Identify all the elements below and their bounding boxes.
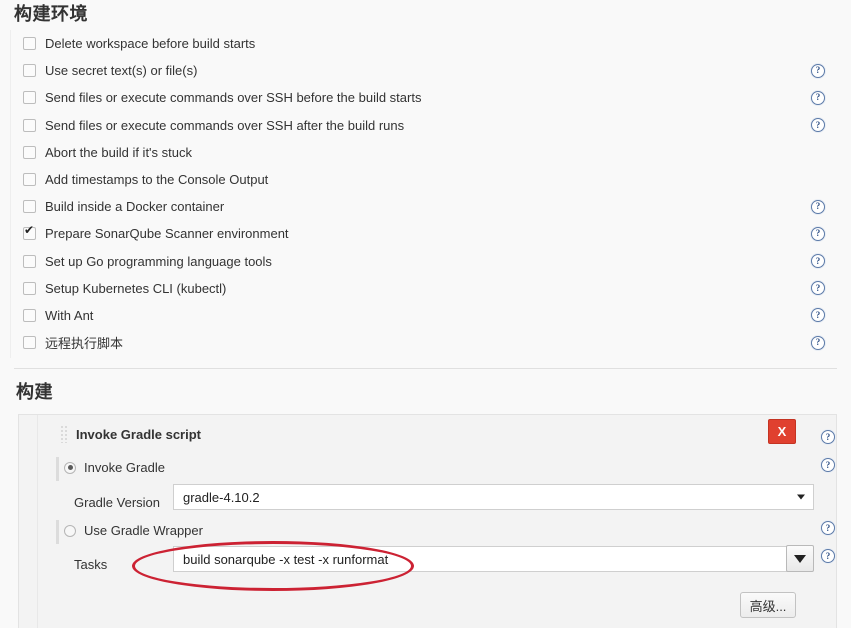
advanced-button[interactable]: 高级... bbox=[740, 592, 796, 618]
build-environment-option-row[interactable]: 远程执行脚本? bbox=[11, 329, 837, 356]
radio-row-invoke-gradle[interactable]: Invoke Gradle bbox=[56, 457, 165, 481]
build-environment-option-row[interactable]: Prepare SonarQube Scanner environment? bbox=[11, 220, 837, 247]
build-environment-option-row[interactable]: Setup Kubernetes CLI (kubectl)? bbox=[11, 275, 837, 302]
checkbox-build-env-option[interactable] bbox=[23, 64, 36, 78]
build-environment-option-label: Add timestamps to the Console Output bbox=[45, 172, 269, 188]
checkbox-build-env-option[interactable] bbox=[23, 281, 36, 295]
help-icon-build-env-option[interactable]: ? bbox=[811, 281, 825, 296]
checkbox-build-env-option[interactable] bbox=[23, 224, 36, 241]
build-environment-option-label: Build inside a Docker container bbox=[45, 199, 225, 215]
build-environment-option-label: Use secret text(s) or file(s) bbox=[45, 63, 198, 79]
drag-handle-icon[interactable] bbox=[60, 425, 68, 443]
section-divider bbox=[14, 368, 837, 369]
radio-label-invoke-gradle: Invoke Gradle bbox=[84, 460, 165, 475]
page-title-build: 构建 bbox=[16, 382, 53, 402]
radio-use-gradle-wrapper[interactable] bbox=[64, 524, 76, 537]
build-environment-option-row[interactable]: Send files or execute commands over SSH … bbox=[11, 84, 837, 111]
radio-label-use-gradle-wrapper: Use Gradle Wrapper bbox=[84, 523, 203, 538]
checkbox-build-env-option[interactable] bbox=[23, 173, 36, 187]
help-icon-build-env-option[interactable]: ? bbox=[811, 308, 825, 323]
radio-invoke-gradle[interactable] bbox=[64, 461, 76, 474]
build-environment-option-label: Prepare SonarQube Scanner environment bbox=[45, 226, 289, 242]
label-gradle-version: Gradle Version bbox=[74, 495, 160, 510]
triangle-down-icon bbox=[794, 554, 806, 563]
label-tasks: Tasks bbox=[74, 557, 108, 572]
build-environment-option-label: Set up Go programming language tools bbox=[45, 253, 272, 269]
build-environment-option-row[interactable]: Abort the build if it's stuck? bbox=[11, 139, 837, 166]
build-environment-option-row[interactable]: Set up Go programming language tools? bbox=[11, 248, 837, 275]
build-environment-option-row[interactable]: Send files or execute commands over SSH … bbox=[11, 112, 837, 139]
help-icon-build-env-option[interactable]: ? bbox=[811, 199, 825, 214]
checkbox-build-env-option[interactable] bbox=[23, 118, 36, 132]
build-environment-option-label: 远程执行脚本 bbox=[45, 336, 124, 352]
checkbox-build-env-option[interactable] bbox=[23, 37, 36, 51]
help-icon-build-step[interactable]: ? bbox=[821, 430, 835, 444]
build-environment-option-row[interactable]: Build inside a Docker container? bbox=[11, 193, 837, 220]
help-icon-build-env-option[interactable]: ? bbox=[811, 254, 825, 269]
build-step-inner: Invoke Gradle script Invoke Gradle Gradl… bbox=[37, 415, 836, 628]
help-icon-build-env-option[interactable]: ? bbox=[811, 118, 825, 133]
build-environment-option-label: Abort the build if it's stuck bbox=[45, 144, 192, 160]
checkbox-build-env-option[interactable] bbox=[23, 336, 36, 350]
select-gradle-version[interactable]: gradle-4.10.2 bbox=[173, 484, 814, 510]
help-icon-build-env-option[interactable]: ? bbox=[811, 335, 825, 350]
radio-group-bar bbox=[56, 520, 59, 544]
build-step-heading: Invoke Gradle script bbox=[76, 427, 201, 442]
jenkins-job-config-page: 构建环境 Delete workspace before build start… bbox=[0, 0, 851, 628]
build-environment-option-label: Send files or execute commands over SSH … bbox=[45, 90, 422, 106]
build-environment-option-label: Delete workspace before build starts bbox=[45, 36, 256, 52]
help-icon-invoke-gradle[interactable]: ? bbox=[821, 458, 835, 472]
build-environment-option-row[interactable]: Delete workspace before build starts? bbox=[11, 30, 837, 57]
checkbox-build-env-option[interactable] bbox=[23, 200, 36, 214]
checkbox-build-env-option[interactable] bbox=[23, 254, 36, 268]
input-tasks[interactable]: build sonarqube -x test -x runformat bbox=[173, 546, 791, 572]
build-environment-option-label: Setup Kubernetes CLI (kubectl) bbox=[45, 280, 227, 296]
build-environment-option-row[interactable]: Add timestamps to the Console Output? bbox=[11, 166, 837, 193]
build-environment-option-row[interactable]: Use secret text(s) or file(s)? bbox=[11, 57, 837, 84]
checkbox-build-env-option[interactable] bbox=[23, 308, 36, 322]
build-environment-option-label: Send files or execute commands over SSH … bbox=[45, 117, 405, 133]
checkbox-build-env-option[interactable] bbox=[23, 145, 36, 159]
chevron-down-icon bbox=[797, 494, 805, 500]
select-gradle-version-value: gradle-4.10.2 bbox=[183, 489, 260, 505]
help-icon-build-env-option[interactable]: ? bbox=[811, 63, 825, 78]
tasks-dropdown-button[interactable] bbox=[786, 545, 814, 572]
help-icon-tasks[interactable]: ? bbox=[821, 549, 835, 563]
build-environment-option-row[interactable]: With Ant? bbox=[11, 302, 837, 329]
help-icon-build-env-option[interactable]: ? bbox=[811, 226, 825, 241]
radio-group-bar bbox=[56, 457, 59, 481]
radio-row-use-gradle-wrapper[interactable]: Use Gradle Wrapper bbox=[56, 520, 203, 544]
page-title-build-environment: 构建环境 bbox=[14, 4, 88, 24]
remove-build-step-button[interactable]: X bbox=[768, 419, 796, 444]
build-environment-option-list: Delete workspace before build starts?Use… bbox=[10, 30, 837, 358]
checkbox-build-env-option[interactable] bbox=[23, 91, 36, 105]
help-icon-build-env-option[interactable]: ? bbox=[811, 90, 825, 105]
build-environment-option-label: With Ant bbox=[45, 307, 94, 323]
build-step-panel: Invoke Gradle script Invoke Gradle Gradl… bbox=[18, 414, 837, 628]
help-icon-use-gradle-wrapper[interactable]: ? bbox=[821, 521, 835, 535]
input-tasks-value: build sonarqube -x test -x runformat bbox=[183, 551, 389, 567]
